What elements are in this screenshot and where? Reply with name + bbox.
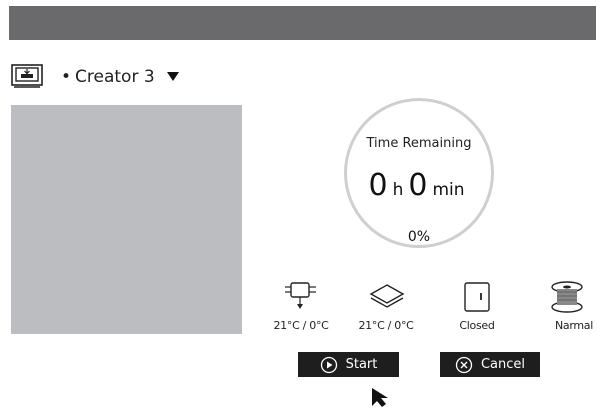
bed-temperature: 21°C / 0°C — [358, 319, 414, 332]
build-plate-icon — [369, 284, 405, 308]
printer-selector[interactable]: • Creator 3 — [61, 66, 155, 88]
close-circle-icon — [455, 356, 473, 373]
door-icon — [464, 282, 490, 312]
cancel-button-label: Cancel — [480, 357, 526, 372]
printer-name-label: Creator 3 — [75, 67, 155, 87]
time-remaining-value: 0 h 0 min — [344, 168, 494, 203]
printer-status-dot: • — [61, 67, 72, 87]
hours-unit: h — [392, 180, 404, 200]
minutes-value: 0 — [408, 168, 428, 203]
time-remaining-label: Time Remaining — [366, 136, 472, 151]
door-status: Closed — [459, 319, 495, 332]
play-circle-icon — [320, 356, 337, 373]
filament-status: Narmal — [554, 319, 593, 332]
hours-value: 0 — [368, 168, 388, 203]
caret-down-icon[interactable] — [167, 72, 179, 82]
minutes-unit: min — [432, 180, 465, 200]
extruder-icon — [285, 282, 316, 309]
printer-icon[interactable] — [11, 64, 43, 88]
filament-spool-icon — [551, 281, 583, 313]
cancel-button[interactable]: Cancel — [440, 352, 540, 377]
start-button[interactable]: Start — [298, 352, 399, 377]
start-button-label: Start — [345, 357, 378, 372]
title-bar — [9, 6, 596, 40]
progress-percent: 0% — [407, 229, 431, 245]
model-preview — [11, 105, 242, 334]
mouse-cursor-icon — [372, 388, 388, 407]
extruder-temperature: 21°C / 0°C — [273, 319, 329, 332]
